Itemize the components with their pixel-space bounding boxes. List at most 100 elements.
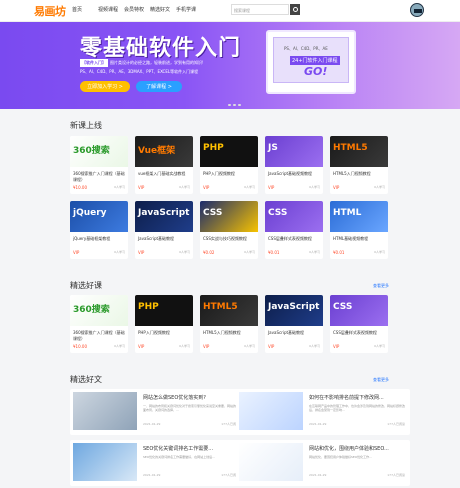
article-desc: 在互联网产品中的管理工作中，也许会涉及到网站的修改，网站标题修改后，排名会受到一… (309, 404, 405, 412)
course-title[interactable]: HTML基础视频教程 (333, 236, 387, 242)
course-price: VIP (138, 185, 145, 190)
search-input[interactable]: 搜索课程 (231, 4, 289, 15)
course-sales: 0人学习 (244, 344, 255, 348)
article-item[interactable]: 如何在不影响排名前提下修改网... 在互联网产品中的管理工作中，也许会涉及到网站的… (236, 389, 410, 435)
course-sales: 0人学习 (179, 185, 190, 189)
course-price: ¥10.00 (73, 185, 87, 190)
course-card[interactable]: 360搜索 360搜索推广入门课程（基础课程） ¥10.00 0人学习 (70, 295, 128, 353)
top-header: 易画坊 首页 视频课程 会员特权 精选好文 手机学课 搜索课程 (0, 0, 460, 22)
thumb-label: Vue框架 (138, 146, 176, 156)
course-card[interactable]: 360搜索 360搜索推广入门课程（基础课程） ¥10.00 0人学习 (70, 136, 128, 194)
course-card[interactable]: HTML HTML基础视频教程 ¥0.01 0人学习 (330, 201, 388, 259)
search-icon[interactable] (290, 4, 300, 15)
course-title[interactable]: CSS实战与技巧视频教程 (203, 236, 257, 242)
article-title[interactable]: 网站怎么做SEO优化落实到? (143, 394, 206, 401)
monitor-illustration: PS、AI、C4D、PR、AE 24+门软件入门课程 GO! (266, 30, 356, 94)
page: { "header":{"logo":"易画坊","nav":["首页","视频… (0, 0, 460, 488)
course-title[interactable]: jQuery基础框架教程 (73, 236, 127, 242)
hero-banner[interactable]: 零基础软件入门 【软件入门】 图片类设计的必经之路，轻装前进，学到有用的知识! P… (0, 22, 460, 109)
course-price: ¥0.01 (268, 250, 280, 255)
course-title[interactable]: 360搜索推广入门课程（基础课程） (73, 171, 127, 183)
course-title[interactable]: CSS层叠样式表视频教程 (268, 236, 322, 242)
course-thumbnail[interactable]: CSS (200, 201, 258, 232)
article-image[interactable] (73, 392, 137, 430)
course-thumbnail[interactable]: HTML5 (330, 136, 388, 167)
nav-item-articles[interactable]: 精选好文 (150, 6, 176, 13)
good-courses-title: 精选好课 (70, 281, 102, 290)
avatar[interactable] (410, 3, 424, 17)
course-thumbnail[interactable]: JavaScript (135, 201, 193, 232)
carousel-dot[interactable] (233, 104, 236, 106)
article-item[interactable]: 网站和优化，围绕用户体验和SEO... 网站优化，要围绕用户体验做好SEO优化工作… (236, 440, 410, 486)
course-title[interactable]: 360搜索推广入门课程（基础课程） (73, 330, 127, 342)
monitor-go: GO! (304, 65, 328, 78)
course-sales: 0人学习 (244, 185, 255, 189)
article-title[interactable]: 如何在不影响排名前提下修改网... (309, 394, 384, 401)
course-title[interactable]: JavaScript基础教程 (138, 236, 192, 242)
course-title[interactable]: HTML5入门视频教程 (203, 330, 257, 336)
course-card[interactable]: HTML5 HTML5入门视频教程 VIP 0人学习 (330, 136, 388, 194)
monitor-screen: PS、AI、C4D、PR、AE 24+门软件入门课程 GO! (273, 37, 349, 83)
course-thumbnail[interactable]: 360搜索 (70, 295, 128, 326)
course-card[interactable]: CSS CSS层叠样式表视频教程 VIP 0人学习 (330, 295, 388, 353)
course-price: VIP (333, 185, 340, 190)
course-thumbnail[interactable]: JS (265, 136, 323, 167)
course-title[interactable]: PHP入门视频教程 (203, 171, 257, 177)
course-thumbnail[interactable]: HTML (330, 201, 388, 232)
good-courses-more-link[interactable]: 查看更多 (373, 283, 389, 289)
course-card[interactable]: HTML5 HTML5入门视频教程 VIP 0人学习 (200, 295, 258, 353)
course-thumbnail[interactable]: PHP (135, 295, 193, 326)
course-title[interactable]: CSS层叠样式表视频教程 (333, 330, 387, 336)
nav-item-mobile[interactable]: 手机学课 (176, 6, 202, 13)
thumb-label: PHP (138, 302, 159, 312)
nav-item-courses[interactable]: 视频课程 (98, 6, 124, 13)
course-card[interactable]: PHP PHP入门视频教程 VIP 0人学习 (200, 136, 258, 194)
course-thumbnail[interactable]: HTML5 (200, 295, 258, 326)
course-sales: 0人学习 (309, 250, 320, 254)
course-title[interactable]: vue框架入门基础实战教程 (138, 171, 192, 177)
course-sales: 0人学习 (309, 344, 320, 348)
article-image[interactable] (73, 443, 137, 481)
banner-line2: PS、AI、C4D、PR、AE、3DMAX、PPT、EXCEL等软件入门课程 (80, 69, 199, 74)
course-title[interactable]: JavaScript基础视频教程 (268, 171, 322, 177)
thumb-label: JavaScript (138, 208, 190, 218)
course-thumbnail[interactable]: CSS (265, 201, 323, 232)
course-thumbnail[interactable]: jQuery (70, 201, 128, 232)
course-title[interactable]: JavaScript基础教程 (268, 330, 322, 336)
article-desc: 一、网站的布局和关键词优化对于搜索引擎优化来说至关重要，网站的页面布局，关键词的… (143, 404, 239, 412)
course-sales: 0人学习 (374, 344, 385, 348)
course-thumbnail[interactable]: 360搜索 (70, 136, 128, 167)
article-date: 2021-01-29 (143, 473, 161, 477)
course-title[interactable]: HTML5入门视频教程 (333, 171, 387, 177)
nav-item-home[interactable]: 首页 (72, 6, 98, 13)
article-item[interactable]: SEO优化关键词排名工作需要... SEO优化的关键词排名工作需要做好，在网站上线… (70, 440, 244, 486)
learn-course-button[interactable]: 了解课程 > (136, 81, 182, 92)
course-title[interactable]: PHP入门视频教程 (138, 330, 192, 336)
course-card[interactable]: JS JavaScript基础视频教程 VIP 0人学习 (265, 136, 323, 194)
course-thumbnail[interactable]: JavaScript (265, 295, 323, 326)
article-title[interactable]: 网站和优化，围绕用户体验和SEO... (309, 445, 389, 452)
course-thumbnail[interactable]: Vue框架 (135, 136, 193, 167)
course-card[interactable]: JavaScript JavaScript基础教程 VIP 0人学习 (265, 295, 323, 353)
course-card[interactable]: CSS CSS层叠样式表视频教程 ¥0.01 0人学习 (265, 201, 323, 259)
article-title[interactable]: SEO优化关键词排名工作需要... (143, 445, 213, 452)
thumb-label: JS (268, 143, 278, 153)
site-logo[interactable]: 易画坊 (34, 3, 66, 19)
course-price: VIP (138, 250, 145, 255)
nav-item-vip[interactable]: 会员特权 (124, 6, 150, 13)
carousel-dot[interactable] (238, 104, 241, 106)
course-card[interactable]: JavaScript JavaScript基础教程 VIP 0人学习 (135, 201, 193, 259)
course-thumbnail[interactable]: CSS (330, 295, 388, 326)
article-image[interactable] (239, 392, 303, 430)
course-thumbnail[interactable]: PHP (200, 136, 258, 167)
course-card[interactable]: CSS CSS实战与技巧视频教程 ¥0.02 0人学习 (200, 201, 258, 259)
articles-more-link[interactable]: 查看更多 (373, 377, 389, 383)
main-nav: 首页 视频课程 会员特权 精选好文 手机学课 (72, 6, 202, 13)
article-image[interactable] (239, 443, 303, 481)
join-learning-button[interactable]: 立即加入学习 > (80, 81, 130, 92)
course-card[interactable]: Vue框架 vue框架入门基础实战教程 VIP 0人学习 (135, 136, 193, 194)
article-item[interactable]: 网站怎么做SEO优化落实到? 一、网站的布局和关键词优化对于搜索引擎优化来说至关重… (70, 389, 244, 435)
course-card[interactable]: jQuery jQuery基础框架教程 VIP 0人学习 (70, 201, 128, 259)
course-card[interactable]: PHP PHP入门视频教程 VIP 0人学习 (135, 295, 193, 353)
carousel-dot[interactable] (228, 104, 231, 106)
